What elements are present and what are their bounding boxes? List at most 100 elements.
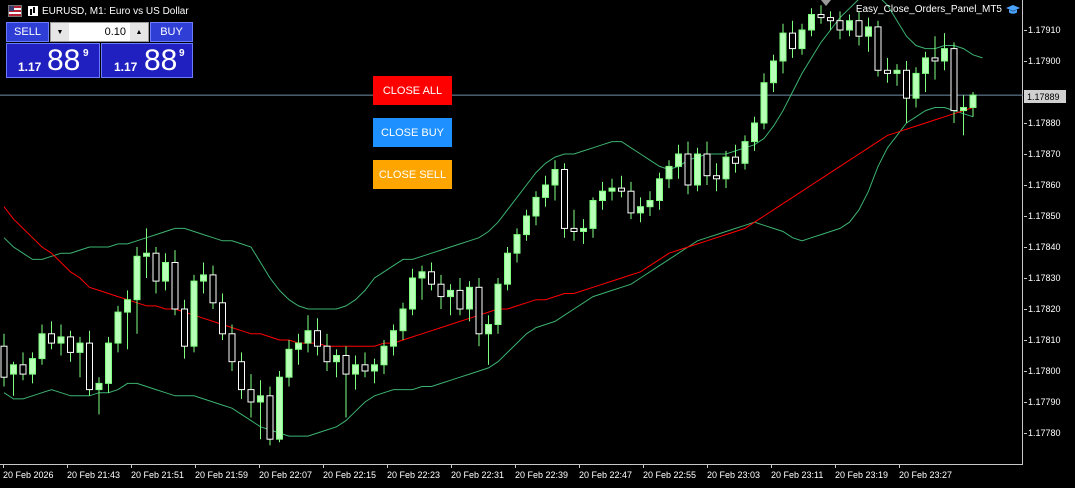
candle xyxy=(152,247,160,294)
sell-price-button[interactable]: 1.17 88 9 xyxy=(6,43,100,78)
candle xyxy=(19,352,27,381)
price-axis[interactable]: 1.17910 1.17900 1.17880 1.17870 1.17860 1.178… xyxy=(1024,0,1075,465)
candle-body xyxy=(941,48,948,62)
lot-decrease-icon[interactable]: ▼ xyxy=(51,23,69,41)
candle xyxy=(466,281,473,322)
candle-body xyxy=(703,153,711,177)
candle-body xyxy=(931,57,939,62)
candle-body xyxy=(475,286,483,335)
candle-body xyxy=(969,94,977,108)
buy-price-pips: 88 xyxy=(144,44,178,77)
time-tick-label: 20 Feb 22:31 xyxy=(451,465,505,480)
candle-body xyxy=(418,271,426,279)
candle xyxy=(171,250,179,316)
candle-body xyxy=(608,187,616,192)
candle-body xyxy=(19,364,27,375)
one-click-trading-panel: SELL ▼ 0.10 ▲ BUY 1.17 88 9 1.17 88 9 xyxy=(6,22,193,78)
close-buy-button[interactable]: CLOSE BUY xyxy=(373,118,452,147)
time-tick-label: 20 Feb 23:11 xyxy=(771,465,824,480)
chart-title: EURUSD, M1: Euro vs US Dollar xyxy=(8,4,189,18)
candle xyxy=(48,321,55,350)
candle xyxy=(798,23,806,55)
candle-body xyxy=(152,252,160,282)
candle xyxy=(219,293,226,340)
candle xyxy=(447,284,454,316)
candle xyxy=(846,14,853,37)
candle-body xyxy=(437,283,445,298)
candle xyxy=(665,160,673,189)
candle-body xyxy=(551,169,559,186)
time-tick-label: 20 Feb 22:39 xyxy=(515,465,569,480)
candle-body xyxy=(133,255,141,301)
expert-advisor-label[interactable]: Easy_Close_Orders_Panel_MT5 xyxy=(856,4,1020,15)
candle-body xyxy=(143,252,150,257)
candle-body xyxy=(304,330,312,344)
candle-body xyxy=(228,333,236,363)
candle-body xyxy=(580,227,587,232)
time-tick-label: 20 Feb 2026 xyxy=(3,465,54,480)
candle xyxy=(342,346,350,418)
candle-body xyxy=(836,20,844,31)
sell-price-fraction: 9 xyxy=(83,48,89,59)
candle-body xyxy=(86,342,93,391)
candle xyxy=(931,36,939,80)
candle-body xyxy=(589,200,597,229)
candle xyxy=(542,175,549,207)
candle-body xyxy=(912,72,920,99)
time-axis[interactable]: 20 Feb 2026 20 Feb 21:43 20 Feb 21:51 20 Fe… xyxy=(0,465,1023,488)
candle-body xyxy=(276,376,283,440)
candle xyxy=(380,340,388,375)
candle xyxy=(627,181,635,220)
candle-body xyxy=(456,289,464,310)
candle-body xyxy=(257,395,264,403)
candle xyxy=(95,377,103,415)
candle-body xyxy=(827,17,834,22)
sell-button[interactable]: SELL xyxy=(6,22,49,42)
candle xyxy=(485,315,492,365)
candle-body xyxy=(171,262,179,310)
close-sell-button[interactable]: CLOSE SELL xyxy=(373,160,452,189)
candle-body xyxy=(523,215,530,236)
candle-body xyxy=(285,348,293,378)
buy-price-button[interactable]: 1.17 88 9 xyxy=(101,43,193,78)
candle xyxy=(732,144,739,173)
candle xyxy=(675,144,682,179)
candle xyxy=(912,67,920,108)
candle xyxy=(437,274,445,309)
candle-body xyxy=(485,324,492,335)
candle xyxy=(143,228,150,278)
candle-body xyxy=(874,26,882,71)
candle-body xyxy=(380,345,388,366)
candle xyxy=(333,349,340,378)
candle-body xyxy=(67,336,74,353)
candle xyxy=(257,380,264,440)
candle-body xyxy=(513,234,521,254)
candle-body xyxy=(732,156,739,164)
scroll-marker-icon xyxy=(821,0,831,6)
buy-price-prefix: 1.17 xyxy=(114,60,138,74)
candle-body xyxy=(789,32,796,50)
candle-body xyxy=(561,169,568,229)
lot-increase-icon[interactable]: ▲ xyxy=(130,23,148,41)
candle-body xyxy=(95,382,103,391)
candle-body xyxy=(361,364,369,372)
candle-body xyxy=(684,153,692,186)
lot-size-value[interactable]: 0.10 xyxy=(69,26,130,38)
lot-size-stepper[interactable]: ▼ 0.10 ▲ xyxy=(50,22,149,42)
close-all-button[interactable]: CLOSE ALL xyxy=(373,76,452,105)
price-tick-label: 1.17900 xyxy=(1024,56,1061,66)
candle xyxy=(67,330,74,362)
candle-body xyxy=(846,20,853,31)
candle-body xyxy=(29,358,36,375)
candle xyxy=(399,302,407,340)
candle xyxy=(722,150,730,189)
buy-button[interactable]: BUY xyxy=(150,22,193,42)
us-flag-icon xyxy=(8,5,22,17)
moving-average-line xyxy=(3,107,974,347)
candle-body xyxy=(48,333,55,344)
candle xyxy=(314,318,321,356)
candle-body xyxy=(893,69,901,74)
sell-price-prefix: 1.17 xyxy=(18,60,42,74)
candle-body xyxy=(342,355,350,375)
candle xyxy=(238,352,245,399)
